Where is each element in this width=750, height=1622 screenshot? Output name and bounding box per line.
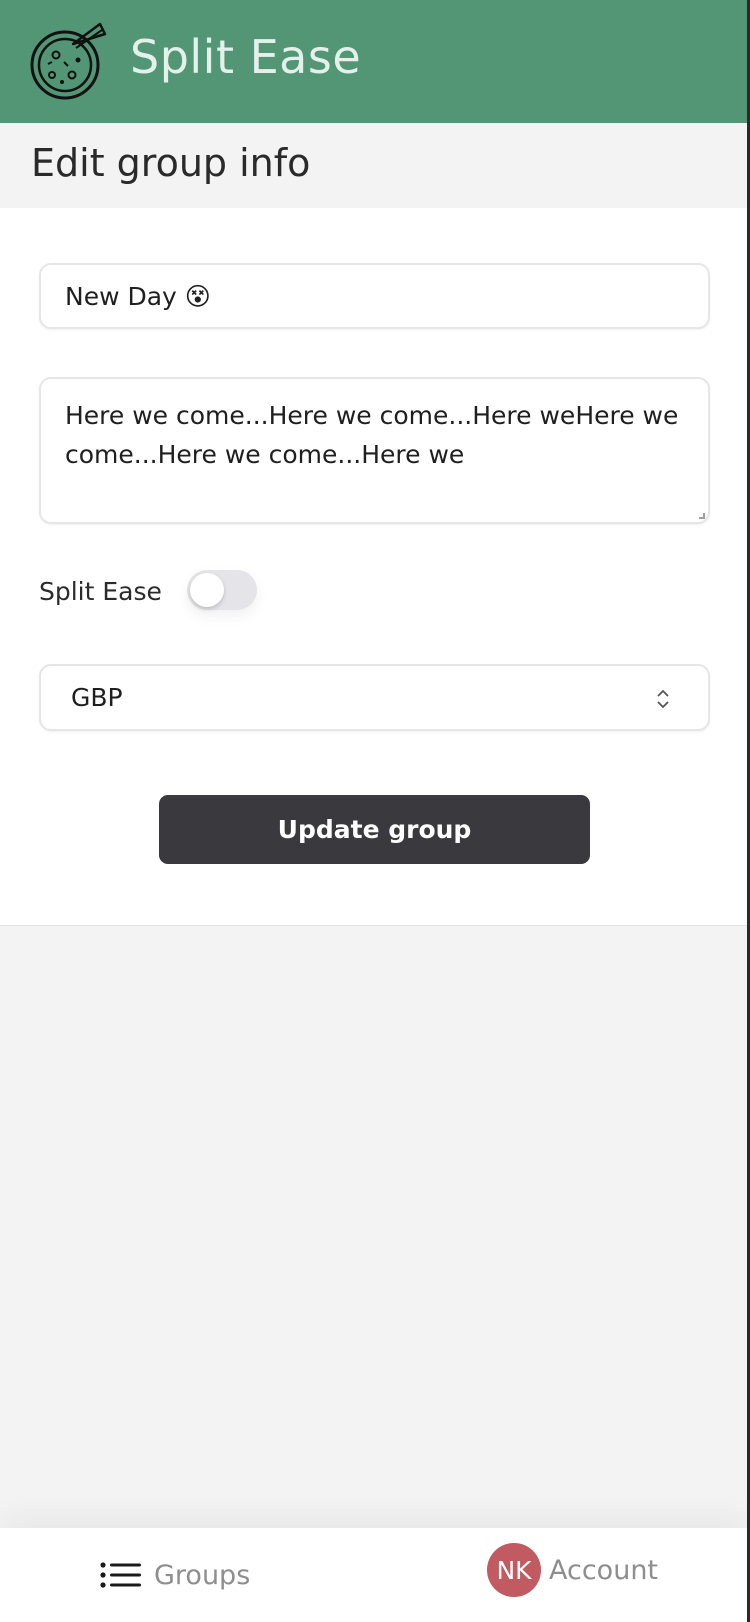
app-title: Split Ease (130, 30, 362, 84)
toggle-knob (190, 573, 224, 607)
currency-value: GBP (71, 683, 123, 712)
group-description-textarea[interactable]: Here we come...Here we come...Here weHer… (39, 377, 710, 524)
bottom-nav: Groups NK Account (0, 1528, 750, 1622)
update-group-button[interactable]: Update group (159, 795, 590, 864)
pizza-icon (30, 22, 107, 100)
chevron-up-down-icon (657, 689, 669, 709)
nav-account-label: Account (549, 1554, 659, 1586)
split-ease-toggle[interactable] (187, 570, 257, 610)
app-header: Split Ease (0, 0, 750, 123)
split-ease-toggle-row: Split Ease (39, 570, 257, 612)
toggle-label: Split Ease (39, 576, 162, 606)
page-title-bar: Edit group info (0, 123, 750, 208)
nav-groups[interactable]: Groups (100, 1550, 250, 1600)
group-name-value: New Day 😵 (65, 281, 211, 311)
resize-grip-icon[interactable] (699, 513, 705, 519)
edit-group-form: New Day 😵 Here we come...Here we come...… (0, 208, 750, 926)
currency-select[interactable]: GBP (39, 664, 710, 731)
page-title: Edit group info (31, 141, 311, 185)
list-icon (100, 1562, 141, 1588)
nav-account[interactable]: NK Account (487, 1542, 658, 1598)
nav-groups-label: Groups (154, 1559, 251, 1591)
avatar: NK (487, 1543, 541, 1597)
group-name-input[interactable]: New Day 😵 (39, 263, 710, 329)
group-description-value: Here we come...Here we come...Here weHer… (65, 401, 679, 469)
